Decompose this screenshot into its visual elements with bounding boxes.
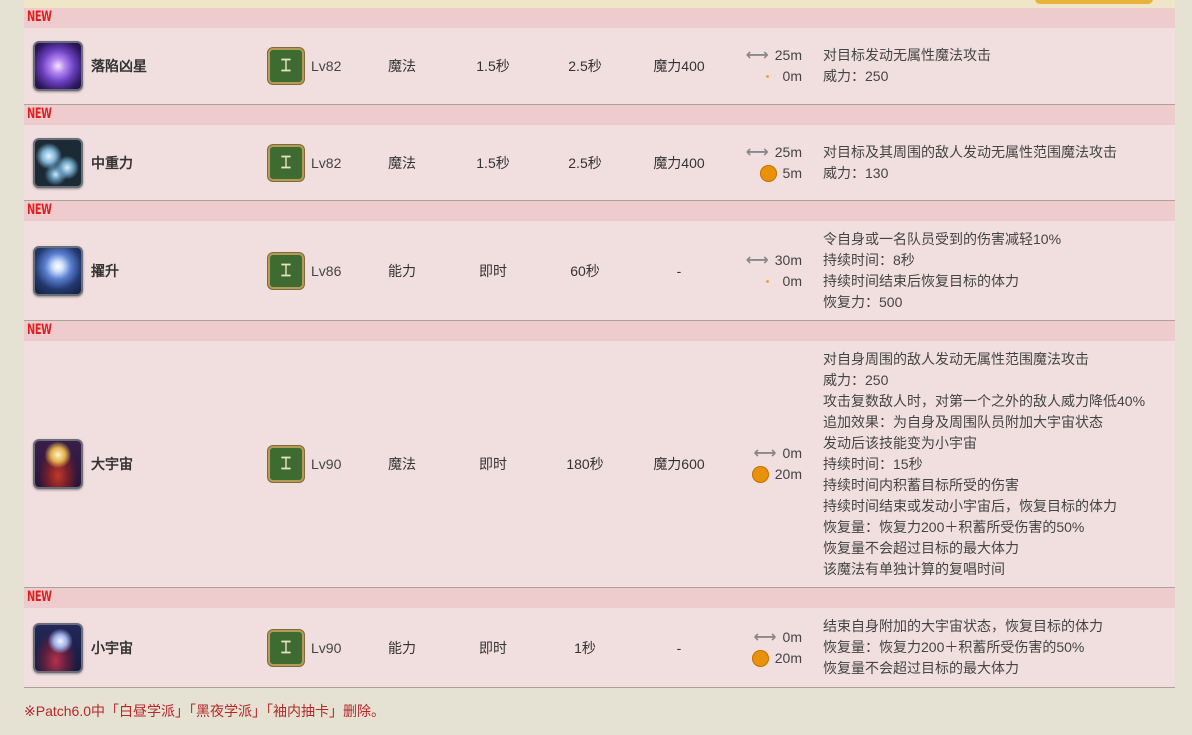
gravity-icon[interactable] bbox=[33, 137, 83, 188]
skill-table: NEW 落陷凶星 ⌶ Lv82 魔法 1.5秒 2.5秒 魔力400 ⟷ 25m … bbox=[24, 8, 1175, 688]
cast-time: 即时 bbox=[479, 639, 507, 656]
skill-level: Lv90 bbox=[311, 639, 342, 656]
top-button-edge[interactable] bbox=[1035, 0, 1153, 4]
skill-level: Lv86 bbox=[311, 262, 342, 279]
range-arrow-icon: ⟷ bbox=[745, 251, 769, 269]
mp-cost: - bbox=[676, 262, 682, 279]
new-tag: NEW bbox=[27, 202, 52, 218]
recast-time: 60秒 bbox=[570, 262, 600, 279]
skill-type: 能力 bbox=[388, 639, 416, 656]
radius-value: 5m bbox=[782, 164, 802, 181]
patch-footnote: ※Patch6.0中「白昼学派」「黑夜学派」「袖内抽卡」删除。 bbox=[24, 703, 385, 719]
skill-type: 魔法 bbox=[388, 58, 416, 74]
skill-description: 对自身周围的敌人发动无属性范围魔法攻击 威力：250 攻击复数敌人时，对第一个之… bbox=[823, 350, 1146, 577]
table-row: NEW 大宇宙 ⌶ Lv90 魔法 即时 180秒 魔力600 ⟷ 0m 20m … bbox=[24, 321, 1175, 588]
skill-level: Lv82 bbox=[311, 154, 342, 171]
cast-time: 即时 bbox=[479, 262, 507, 279]
skill-name: 大宇宙 bbox=[91, 456, 133, 472]
recast-time: 1秒 bbox=[574, 639, 596, 656]
skill-name: 小宇宙 bbox=[91, 639, 133, 656]
cast-time: 1.5秒 bbox=[476, 154, 510, 171]
skill-level: Lv90 bbox=[311, 456, 342, 472]
new-tag: NEW bbox=[27, 9, 52, 25]
radius-circle-icon bbox=[759, 164, 777, 182]
skill-type: 魔法 bbox=[388, 154, 416, 171]
skill-name: 擢升 bbox=[91, 262, 119, 279]
recast-time: 2.5秒 bbox=[568, 58, 602, 74]
skill-type: 魔法 bbox=[388, 456, 416, 472]
skill-type: 能力 bbox=[388, 262, 416, 279]
radius-circle-icon bbox=[751, 649, 769, 667]
range-arrow-icon: ⟷ bbox=[745, 143, 769, 161]
mp-cost: - bbox=[676, 639, 682, 656]
mp-cost: 魔力600 bbox=[653, 456, 705, 472]
falling-star-icon[interactable] bbox=[33, 41, 83, 91]
range-value: 25m bbox=[774, 47, 802, 63]
astrologian-icon: ⌶ bbox=[268, 144, 304, 181]
range-value: 30m bbox=[774, 251, 802, 268]
range-arrow-icon: ⟷ bbox=[753, 628, 777, 646]
radius-dot-icon bbox=[765, 75, 769, 78]
exaltation-icon[interactable] bbox=[33, 245, 83, 296]
cast-time: 即时 bbox=[479, 456, 507, 472]
astrologian-icon: ⌶ bbox=[268, 629, 304, 666]
radius-value: 0m bbox=[782, 68, 802, 84]
range-value: 0m bbox=[782, 445, 802, 461]
range-arrow-icon: ⟷ bbox=[753, 445, 777, 462]
skill-name: 中重力 bbox=[91, 154, 133, 171]
skill-description: 结束自身附加的大宇宙状态，恢复目标的体力 恢复量：恢复力200＋积蓄所受伤害的5… bbox=[823, 618, 1103, 676]
new-tag: NEW bbox=[27, 322, 52, 338]
table-row: NEW 擢升 ⌶ Lv86 能力 即时 60秒 - ⟷ 30m 0m 令自身或一名… bbox=[24, 201, 1175, 321]
radius-dot-icon bbox=[765, 279, 769, 283]
new-tag: NEW bbox=[27, 106, 52, 122]
recast-time: 2.5秒 bbox=[568, 154, 602, 171]
table-row: NEW 中重力 ⌶ Lv82 魔法 1.5秒 2.5秒 魔力400 ⟷ 25m 5… bbox=[24, 105, 1175, 201]
recast-time: 180秒 bbox=[566, 456, 604, 472]
mp-cost: 魔力400 bbox=[653, 58, 705, 74]
astrologian-icon: ⌶ bbox=[268, 48, 304, 84]
radius-circle-icon bbox=[751, 466, 769, 483]
table-row: NEW 小宇宙 ⌶ Lv90 能力 即时 1秒 - ⟷ 0m 20m 结束自身附加… bbox=[24, 588, 1175, 688]
skill-description: 令自身或一名队员受到的伤害减轻10% 持续时间：8秒 持续时间结束后恢复目标的体… bbox=[823, 230, 1062, 310]
macrocosmos-icon[interactable] bbox=[33, 439, 83, 489]
new-tag: NEW bbox=[27, 589, 52, 605]
microcosmos-icon[interactable] bbox=[33, 622, 83, 673]
range-value: 25m bbox=[774, 143, 802, 160]
top-strip bbox=[24, 0, 1175, 8]
range-value: 0m bbox=[782, 628, 802, 645]
skill-description: 对目标发动无属性魔法攻击 威力：250 bbox=[823, 47, 991, 84]
range-arrow-icon: ⟷ bbox=[745, 47, 769, 64]
radius-value: 0m bbox=[782, 272, 802, 289]
skill-description: 对目标及其周围的敌人发动无属性范围魔法攻击 威力：130 bbox=[823, 143, 1117, 181]
skill-name: 落陷凶星 bbox=[91, 58, 147, 74]
skill-level: Lv82 bbox=[311, 58, 342, 74]
astrologian-icon: ⌶ bbox=[268, 252, 304, 289]
cast-time: 1.5秒 bbox=[476, 58, 510, 74]
table-row: NEW 落陷凶星 ⌶ Lv82 魔法 1.5秒 2.5秒 魔力400 ⟷ 25m … bbox=[24, 8, 1175, 105]
radius-value: 20m bbox=[774, 649, 802, 666]
astrologian-icon: ⌶ bbox=[268, 446, 304, 482]
mp-cost: 魔力400 bbox=[653, 154, 705, 171]
radius-value: 20m bbox=[774, 466, 802, 482]
